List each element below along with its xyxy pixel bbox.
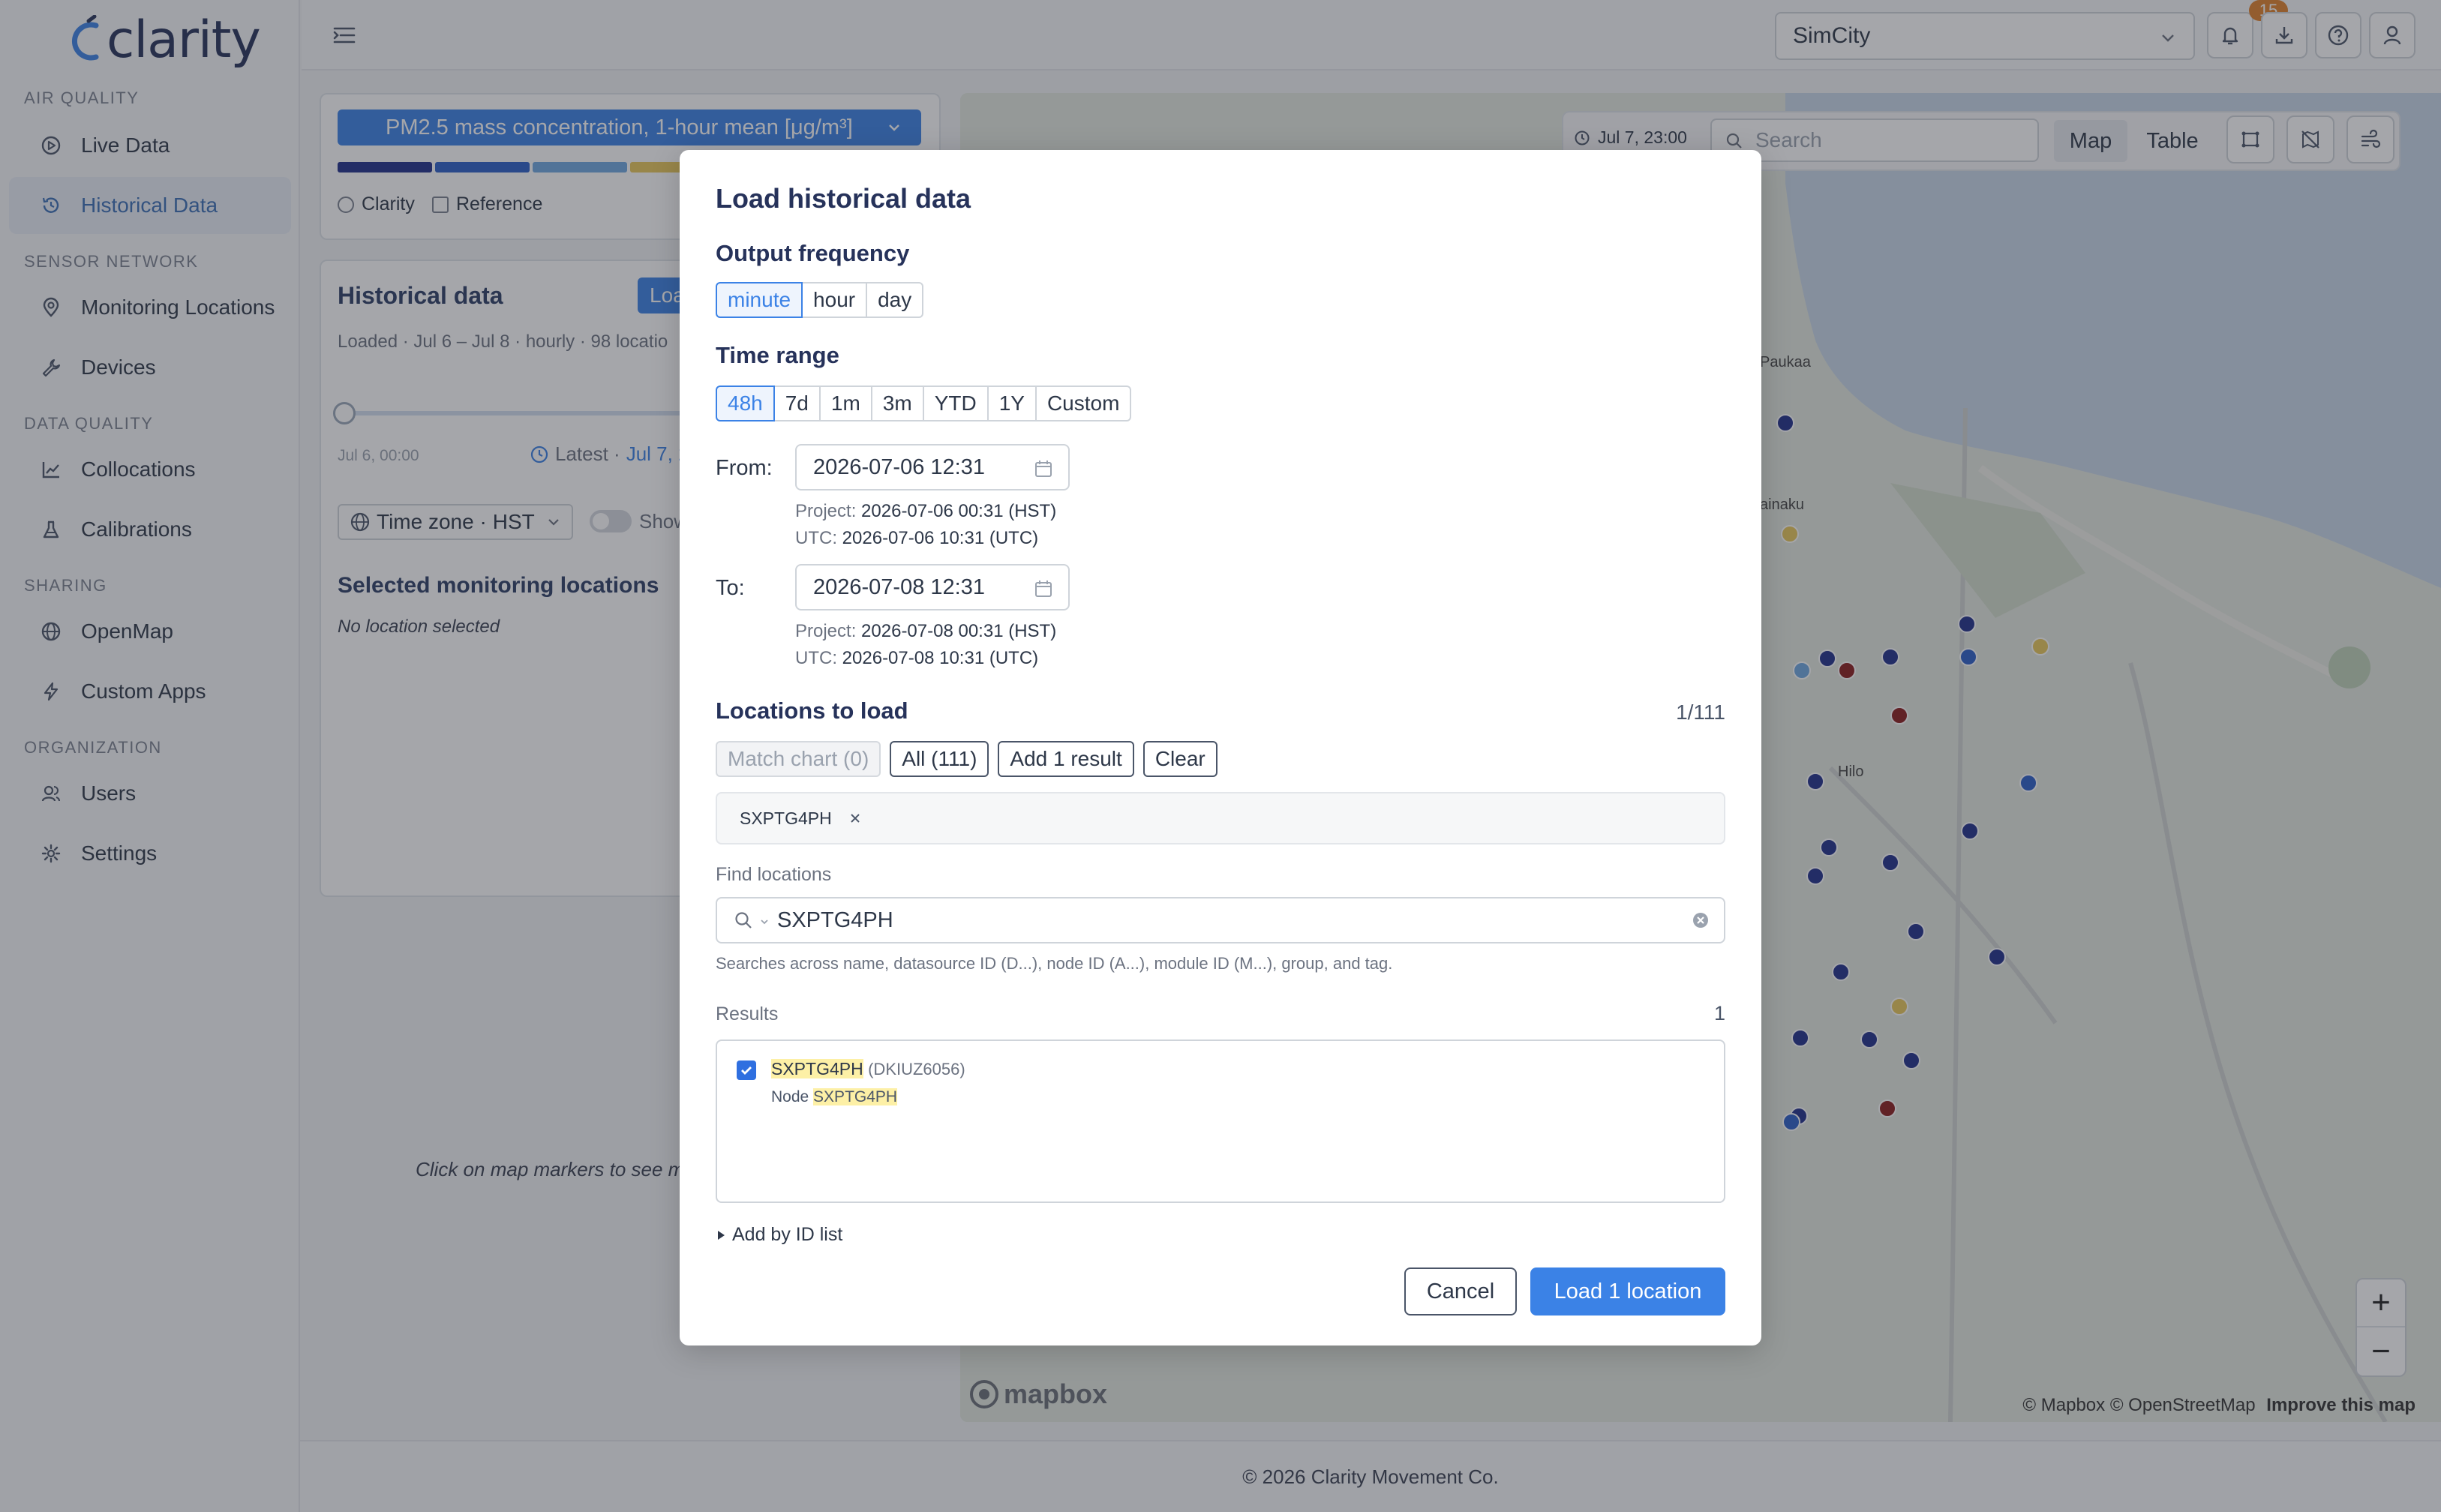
from-project-value: 2026-07-06 00:31 (HST) — [861, 501, 1057, 521]
list-item[interactable]: SXPTG4PH (DKIUZ6056) Node SXPTG4PH — [737, 1059, 965, 1106]
caret-right-icon — [718, 1230, 725, 1240]
calendar-icon[interactable] — [1034, 459, 1053, 478]
match-chart-button[interactable]: Match chart (0) — [716, 741, 881, 777]
find-locations-value: SXPTG4PH — [777, 908, 893, 932]
result-node-prefix: Node — [771, 1088, 814, 1106]
close-icon[interactable] — [848, 812, 862, 825]
range-option-ytd[interactable]: YTD — [922, 386, 989, 422]
result-node: SXPTG4PH — [813, 1088, 898, 1106]
results-list: SXPTG4PH (DKIUZ6056) Node SXPTG4PH — [716, 1040, 1725, 1203]
range-option-3m[interactable]: 3m — [870, 386, 924, 422]
find-help-text: Searches across name, datasource ID (D..… — [716, 954, 1393, 973]
from-utc-value: 2026-07-06 10:31 (UTC) — [842, 528, 1039, 548]
result-id: (DKIUZ6056) — [868, 1060, 965, 1078]
to-utc-time: UTC: 2026-07-08 10:31 (UTC) — [795, 648, 1038, 669]
from-utc-time: UTC: 2026-07-06 10:31 (UTC) — [795, 528, 1038, 549]
select-all-button[interactable]: All (111) — [890, 741, 989, 777]
location-chip: SXPTG4PH — [740, 808, 832, 828]
search-icon — [735, 912, 752, 928]
check-icon — [741, 1066, 752, 1075]
calendar-icon[interactable] — [1034, 579, 1053, 598]
result-name: SXPTG4PH — [771, 1059, 863, 1078]
add-result-button[interactable]: Add 1 result — [998, 741, 1134, 777]
time-range-group: 48h 7d 1m 3m YTD 1Y Custom — [716, 386, 1132, 422]
from-label: From: — [716, 456, 773, 480]
range-option-1y[interactable]: 1Y — [986, 386, 1037, 422]
frequency-option-hour[interactable]: hour — [801, 282, 868, 318]
range-option-48h[interactable]: 48h — [716, 386, 775, 422]
find-locations-input[interactable]: SXPTG4PH — [716, 897, 1725, 944]
from-date-input[interactable]: 2026-07-06 12:31 — [795, 444, 1070, 490]
frequency-option-day[interactable]: day — [866, 282, 924, 318]
add-by-id-label: Add by ID list — [732, 1224, 843, 1245]
locations-actions: Match chart (0) All (111) Add 1 result C… — [716, 741, 1217, 777]
locations-count: 1/111 — [1676, 700, 1725, 724]
result-checkbox[interactable] — [737, 1060, 756, 1080]
from-date-value: 2026-07-06 12:31 — [813, 454, 985, 479]
to-project-time: Project: 2026-07-08 00:31 (HST) — [795, 621, 1056, 642]
output-frequency-title: Output frequency — [716, 240, 910, 266]
from-project-label: Project: — [795, 501, 857, 521]
add-by-id-toggle[interactable]: Add by ID list — [716, 1224, 842, 1246]
locations-title: Locations to load — [716, 698, 908, 724]
cancel-button[interactable]: Cancel — [1404, 1268, 1517, 1316]
selected-locations-chips: SXPTG4PH — [716, 792, 1725, 844]
chevron-down-icon — [761, 920, 768, 925]
results-label: Results — [716, 1004, 779, 1024]
range-option-7d[interactable]: 7d — [773, 386, 821, 422]
to-project-value: 2026-07-08 00:31 (HST) — [861, 621, 1057, 641]
to-utc-value: 2026-07-08 10:31 (UTC) — [842, 648, 1039, 668]
dialog-title: Load historical data — [716, 183, 971, 214]
to-project-label: Project: — [795, 621, 857, 641]
output-frequency-group: minute hour day — [716, 282, 924, 318]
load-historical-data-dialog: Load historical data Output frequency mi… — [680, 150, 1761, 1346]
from-utc-label: UTC: — [795, 528, 837, 548]
load-locations-button[interactable]: Load 1 location — [1530, 1268, 1725, 1316]
clear-search-icon[interactable] — [1691, 910, 1710, 930]
range-option-1m[interactable]: 1m — [818, 386, 872, 422]
to-date-input[interactable]: 2026-07-08 12:31 — [795, 564, 1070, 610]
from-project-time: Project: 2026-07-06 00:31 (HST) — [795, 501, 1056, 522]
time-range-title: Time range — [716, 342, 839, 368]
clear-button[interactable]: Clear — [1142, 741, 1217, 777]
results-count: 1 — [1713, 1002, 1725, 1024]
result-text: SXPTG4PH (DKIUZ6056) Node SXPTG4PH — [771, 1059, 965, 1106]
to-date-value: 2026-07-08 12:31 — [813, 574, 985, 599]
range-option-custom[interactable]: Custom — [1034, 386, 1132, 422]
find-locations-label: Find locations — [716, 864, 832, 885]
to-label: To: — [716, 576, 745, 600]
frequency-option-minute[interactable]: minute — [716, 282, 803, 318]
to-utc-label: UTC: — [795, 648, 837, 668]
